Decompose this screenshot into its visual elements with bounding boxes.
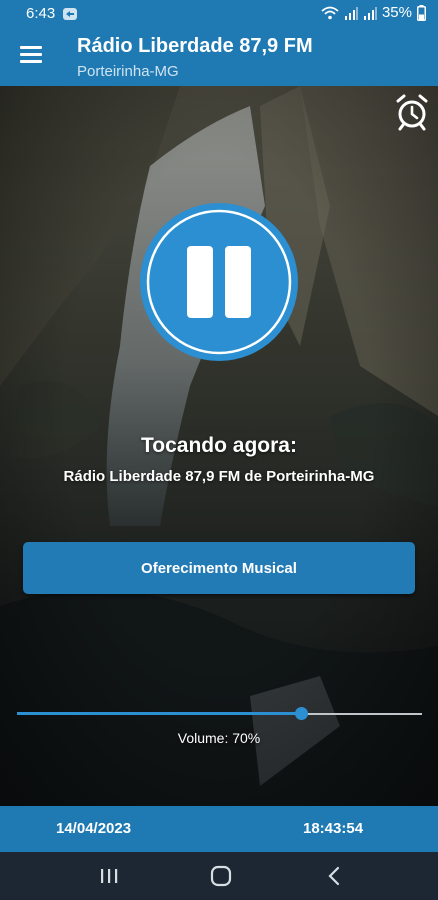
page-title: Rádio Liberdade 87,9 FM xyxy=(77,35,313,57)
notification-icon xyxy=(63,8,77,20)
battery-icon xyxy=(417,4,426,21)
pause-icon xyxy=(140,203,298,361)
alarm-clock-icon[interactable] xyxy=(392,92,432,132)
home-icon[interactable] xyxy=(208,864,234,888)
battery-percent: 35% xyxy=(381,4,412,21)
status-bar: 6:43 35% xyxy=(0,0,438,28)
volume-slider[interactable] xyxy=(17,704,422,724)
app-bar: Rádio Liberdade 87,9 FM Porteirinha-MG xyxy=(0,28,438,86)
now-playing-track: Rádio Liberdade 87,9 FM de Porteirinha-M… xyxy=(63,468,375,485)
volume-fill xyxy=(17,712,301,715)
now-playing-label: Tocando agora: xyxy=(141,434,297,457)
back-icon[interactable] xyxy=(322,864,348,888)
oferecimento-musical-button[interactable]: Oferecimento Musical xyxy=(23,542,415,594)
footer-time: 18:43:54 xyxy=(303,820,364,837)
menu-icon[interactable] xyxy=(20,46,42,64)
page-subtitle: Porteirinha-MG xyxy=(77,63,179,80)
wifi-icon xyxy=(321,6,339,19)
status-time: 6:43 xyxy=(26,5,56,22)
volume-label: Volume: 70% xyxy=(177,730,261,746)
system-nav-bar xyxy=(0,852,438,900)
footer-date: 14/04/2023 xyxy=(56,820,132,837)
volume-thumb[interactable] xyxy=(294,707,308,720)
recent-apps-icon[interactable] xyxy=(96,864,122,888)
signal-icon xyxy=(363,6,377,20)
footer-bar: 14/04/2023 18:43:54 xyxy=(0,806,438,852)
pause-button[interactable] xyxy=(139,202,299,362)
signal-icon xyxy=(344,6,358,20)
